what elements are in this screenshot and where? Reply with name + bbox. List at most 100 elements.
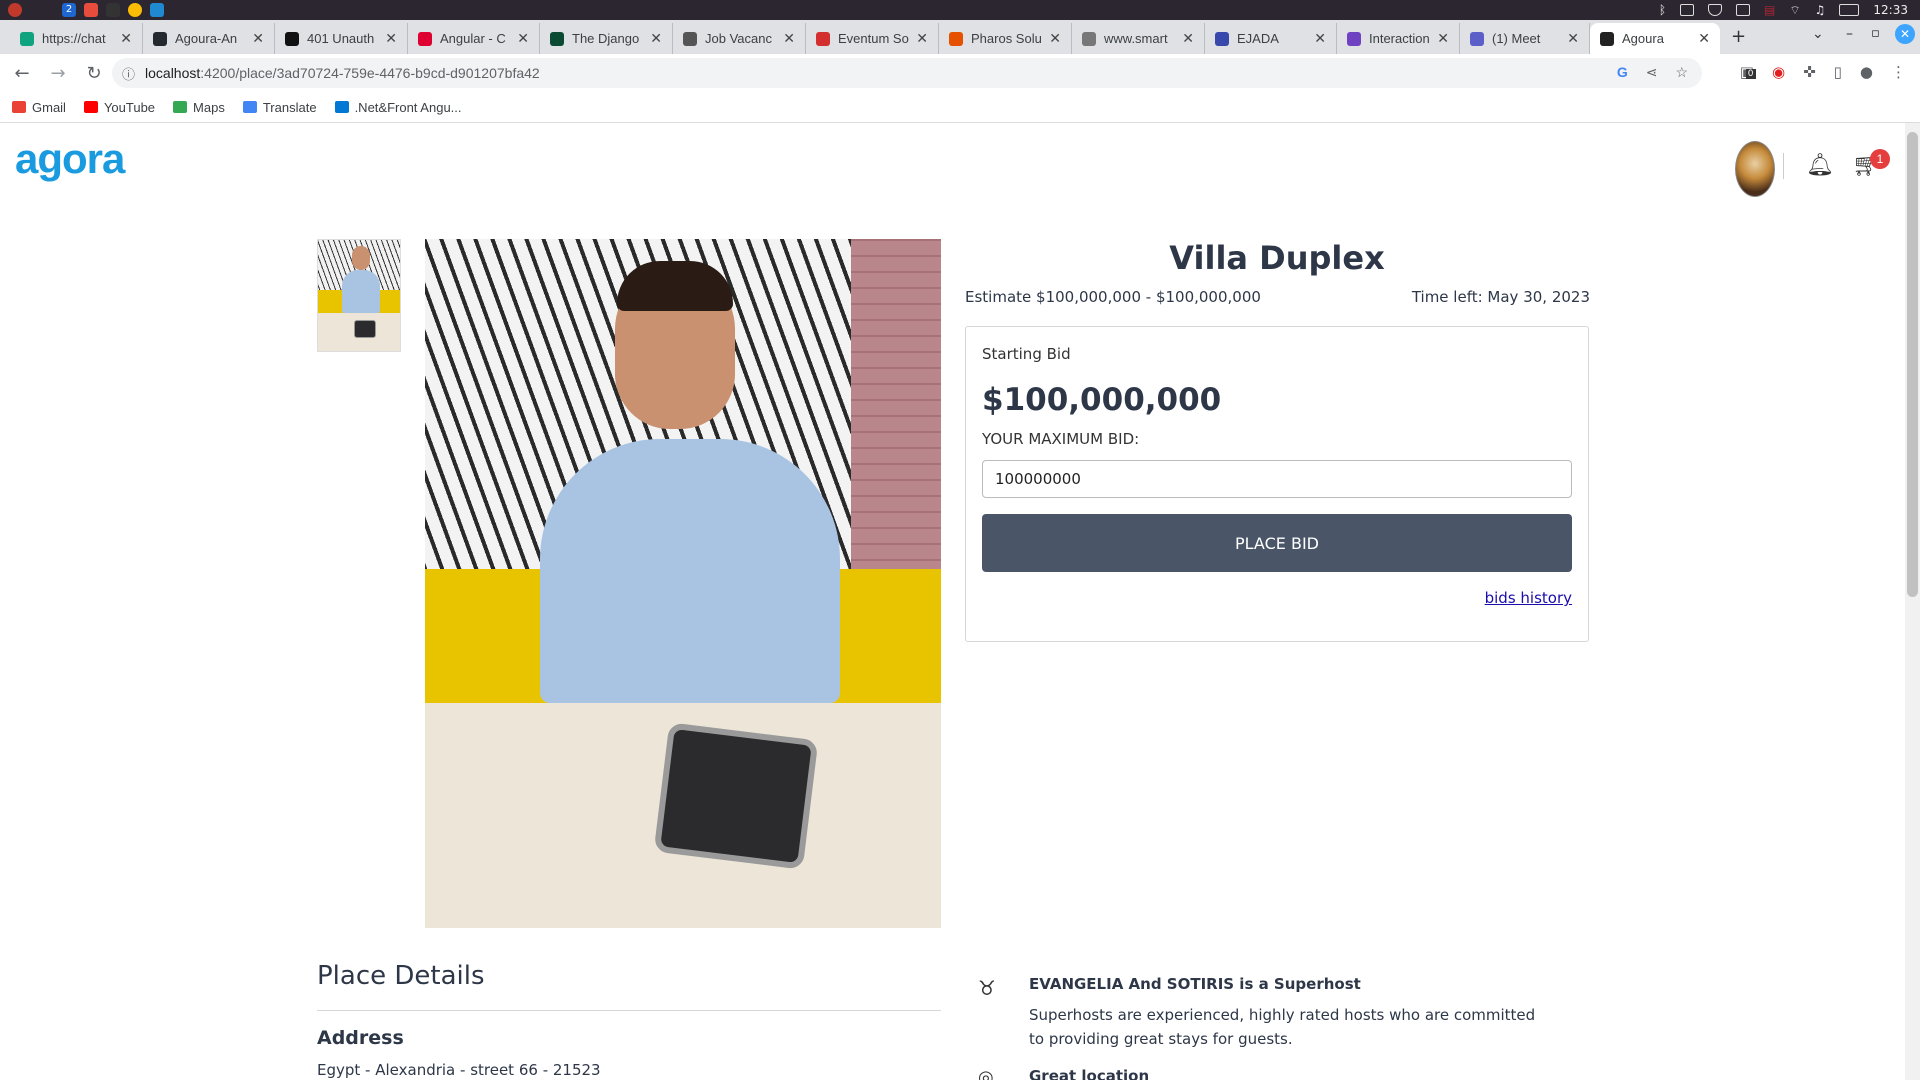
tab-title: Agoura	[1622, 31, 1664, 46]
bookmark-item[interactable]: Gmail	[12, 100, 66, 115]
os-workspace-badge[interactable]: 2	[62, 3, 76, 17]
bid-card: Starting Bid $100,000,000 YOUR MAXIMUM B…	[965, 326, 1589, 642]
new-tab-button[interactable]: +	[1731, 26, 1746, 47]
os-terminal-icon[interactable]	[106, 3, 120, 17]
tab-title: www.smart	[1104, 31, 1168, 46]
bookmark-star-icon[interactable]: ☆	[1675, 64, 1688, 81]
os-chrome-icon[interactable]	[128, 3, 142, 17]
tab-search-icon[interactable]: ⌄	[1812, 26, 1824, 42]
tab-favicon-icon	[1470, 31, 1484, 46]
extension-badge-icon[interactable]: ▣0	[1740, 63, 1756, 81]
browser-tab[interactable]: Job Vacanc ✕	[673, 23, 806, 54]
address-value: Egypt - Alexandria - street 66 - 21523	[317, 1061, 601, 1079]
browser-tab[interactable]: Agoura-An ✕	[143, 23, 275, 54]
google-icon[interactable]: G	[1617, 64, 1628, 81]
bell-icon[interactable]: 🔔︎	[1806, 153, 1834, 178]
browser-tab[interactable]: 401 Unauth ✕	[275, 23, 408, 54]
tab-close-icon[interactable]: ✕	[783, 30, 795, 47]
max-bid-input[interactable]	[982, 460, 1572, 498]
tab-close-icon[interactable]: ✕	[1182, 30, 1194, 47]
place-bid-button[interactable]: PLACE BID	[982, 514, 1572, 572]
main-property-photo[interactable]	[425, 239, 941, 928]
tab-title: Job Vacanc	[705, 31, 772, 46]
flag-icon[interactable]: ▤	[1764, 3, 1775, 17]
browser-tab[interactable]: Interaction ✕	[1337, 23, 1460, 54]
gallery-thumbnail[interactable]	[317, 239, 401, 352]
wifi-icon[interactable]: ⌔	[1789, 3, 1800, 18]
restore-icon[interactable]: ▫	[1871, 26, 1880, 41]
bookmark-label: Gmail	[32, 99, 66, 115]
estimate-text: Estimate $100,000,000 - $100,000,000	[965, 288, 1261, 306]
browser-tab[interactable]: Agoura ✕	[1590, 23, 1720, 54]
page-content: agora 🔔︎ 🛒︎ 1 Villa Duplex Estimate $100…	[0, 123, 1905, 1080]
tab-favicon-icon	[949, 31, 963, 46]
os-top-bar: 2 ᛒ ▤ ⌔ ♫ 12:33	[0, 0, 1920, 20]
tab-favicon-icon	[550, 31, 564, 46]
bookmark-item[interactable]: Maps	[173, 100, 225, 115]
browser-tab[interactable]: https://chat ✕	[10, 23, 143, 54]
tab-favicon-icon	[1082, 31, 1096, 46]
clock[interactable]: 12:33	[1873, 3, 1908, 17]
clipboard-icon[interactable]	[1680, 4, 1695, 16]
starting-bid-label: Starting Bid	[982, 345, 1071, 363]
tab-title: EJADA	[1237, 31, 1279, 46]
music-icon[interactable]: ♫	[1815, 3, 1826, 17]
drive-icon[interactable]	[1736, 4, 1751, 16]
back-icon[interactable]: ←	[8, 63, 36, 84]
menu-icon[interactable]: ⋮	[1891, 63, 1906, 81]
os-menu-icon[interactable]	[8, 3, 22, 17]
tab-title: Agoura-An	[175, 31, 238, 46]
bookmark-item[interactable]: Translate	[242, 99, 317, 115]
tab-close-icon[interactable]: ✕	[1314, 30, 1326, 47]
tab-close-icon[interactable]: ✕	[517, 30, 529, 47]
tab-close-icon[interactable]: ✕	[1698, 30, 1710, 47]
tab-title: Interaction	[1369, 31, 1430, 46]
os-app-icon[interactable]	[84, 3, 98, 17]
profile-icon[interactable]: ●	[1860, 63, 1873, 81]
superhost-badge-icon: ♉︎	[978, 976, 996, 1000]
tab-close-icon[interactable]: ✕	[1567, 30, 1579, 47]
agora-logo[interactable]: agora	[15, 135, 125, 183]
tab-close-icon[interactable]: ✕	[252, 30, 264, 47]
browser-tab[interactable]: Angular - C ✕	[408, 23, 540, 54]
shield-icon[interactable]	[1708, 4, 1723, 16]
scrollbar-thumb[interactable]	[1907, 132, 1918, 597]
bluetooth-icon[interactable]: ᛒ	[1659, 3, 1666, 17]
reload-icon[interactable]: ↻	[80, 63, 108, 84]
bookmark-label: Maps	[193, 99, 225, 115]
bookmark-item[interactable]: YouTube	[83, 100, 155, 115]
side-panel-icon[interactable]: ▯	[1834, 63, 1842, 81]
tab-title: https://chat	[42, 31, 106, 46]
tab-close-icon[interactable]: ✕	[916, 30, 928, 47]
tab-title: Eventum So	[838, 31, 909, 46]
address-bar[interactable]: ⓘ localhost:4200/place/3ad70724-759e-447…	[112, 58, 1702, 88]
browser-tab[interactable]: (1) Meet ✕	[1460, 23, 1590, 54]
browser-tab[interactable]: EJADA ✕	[1205, 23, 1337, 54]
extensions-icon[interactable]: ✜	[1803, 63, 1816, 81]
forward-icon[interactable]: →	[44, 63, 72, 84]
tab-close-icon[interactable]: ✕	[385, 30, 397, 47]
superhost-title: EVANGELIA And SOTIRIS is a Superhost	[1029, 975, 1361, 993]
bids-history-link[interactable]: bids history	[1485, 589, 1572, 607]
share-icon[interactable]: ⋖	[1646, 64, 1658, 81]
tab-close-icon[interactable]: ✕	[650, 30, 662, 47]
battery-icon[interactable]	[1839, 4, 1860, 16]
tab-close-icon[interactable]: ✕	[1437, 30, 1449, 47]
tab-close-icon[interactable]: ✕	[120, 30, 132, 47]
url-path: :4200/place/3ad70724-759e-4476-b9cd-d901…	[200, 65, 540, 81]
bookmark-item[interactable]: .Net&Front Angu...	[334, 100, 462, 115]
browser-tab[interactable]: The Django ✕	[540, 23, 673, 54]
bookmark-label: Translate	[262, 99, 317, 115]
minimize-icon[interactable]: –	[1846, 26, 1853, 42]
browser-tab[interactable]: Eventum So ✕	[806, 23, 939, 54]
site-info-icon[interactable]: ⓘ	[122, 64, 135, 83]
browser-tab[interactable]: www.smart ✕	[1072, 23, 1205, 54]
avatar[interactable]	[1735, 141, 1775, 197]
browser-tab[interactable]: Pharos Solu ✕	[939, 23, 1072, 54]
address-label: Address	[317, 1027, 404, 1049]
os-vscode-icon[interactable]	[150, 3, 164, 17]
bookmark-icon	[12, 101, 26, 113]
opera-icon[interactable]: ◉	[1772, 63, 1785, 81]
close-window-icon[interactable]: ✕	[1895, 24, 1915, 44]
tab-close-icon[interactable]: ✕	[1049, 30, 1061, 47]
